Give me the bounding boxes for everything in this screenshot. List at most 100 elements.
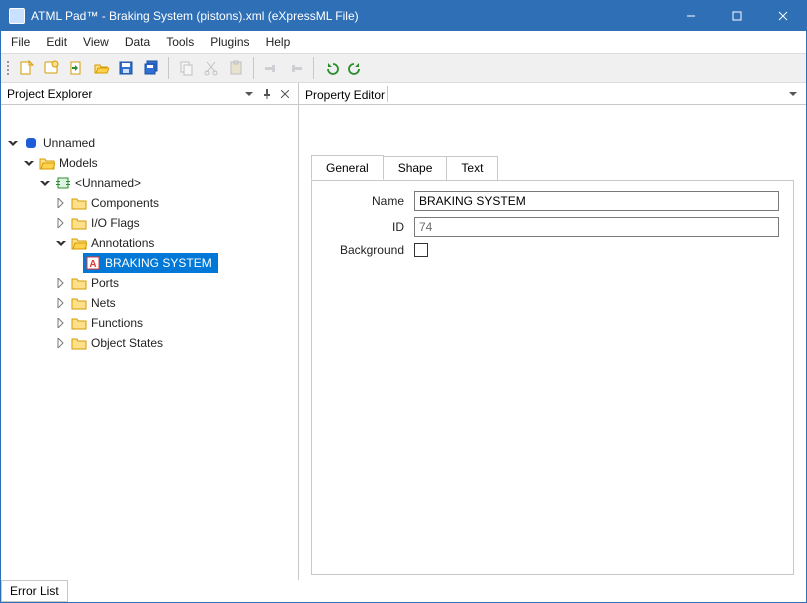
tree-label: Object States <box>91 336 163 350</box>
new-button[interactable] <box>14 56 38 80</box>
new-folder-button[interactable] <box>39 56 63 80</box>
tab-text[interactable]: Text <box>446 156 498 181</box>
paste-button[interactable] <box>224 56 248 80</box>
menu-tools[interactable]: Tools <box>158 33 202 51</box>
toolbar-separator <box>168 57 169 79</box>
tree-row-nets[interactable]: Nets <box>7 293 294 313</box>
tree-row-models[interactable]: Models <box>7 153 294 173</box>
background-label: Background <box>326 243 404 257</box>
folder-icon <box>71 315 87 331</box>
save-button[interactable] <box>114 56 138 80</box>
tree-label: <Unnamed> <box>75 176 141 190</box>
error-list-tab[interactable]: Error List <box>1 580 68 602</box>
save-all-button[interactable] <box>139 56 163 80</box>
tree-label: Functions <box>91 316 143 330</box>
folder-icon <box>71 195 87 211</box>
project-explorer-header: Project Explorer <box>1 83 298 105</box>
import-button[interactable] <box>64 56 88 80</box>
tree-label: Components <box>91 196 159 210</box>
expand-icon[interactable] <box>55 197 67 209</box>
tab-shape[interactable]: Shape <box>383 156 448 181</box>
expand-icon[interactable] <box>55 277 67 289</box>
tree-row-braking-system[interactable]: A BRAKING SYSTEM <box>7 253 294 273</box>
window-title: ATML Pad™ - Braking System (pistons).xml… <box>31 9 668 23</box>
expand-icon[interactable] <box>55 337 67 349</box>
folder-icon <box>71 215 87 231</box>
menu-data[interactable]: Data <box>117 33 158 51</box>
copy-button[interactable] <box>174 56 198 80</box>
workspace: Project Explorer Unnamed Models <box>1 83 806 580</box>
expand-icon[interactable] <box>55 297 67 309</box>
tree-row-components[interactable]: Components <box>7 193 294 213</box>
annotation-icon: A <box>85 255 101 271</box>
tree-row-ports[interactable]: Ports <box>7 273 294 293</box>
tree-label: BRAKING SYSTEM <box>105 256 212 270</box>
toolbar-grip[interactable] <box>5 57 11 79</box>
project-tree[interactable]: Unnamed Models <Unnamed> Compone <box>1 105 298 580</box>
collapse-icon[interactable] <box>39 177 51 189</box>
redo-button[interactable] <box>344 56 368 80</box>
dropdown-icon[interactable] <box>786 87 800 101</box>
id-field <box>414 217 779 237</box>
toolbar-separator <box>313 57 314 79</box>
tree-label: Unnamed <box>43 136 95 150</box>
project-explorer-panel: Project Explorer Unnamed Models <box>1 83 299 580</box>
collapse-icon[interactable] <box>55 237 67 249</box>
menu-edit[interactable]: Edit <box>38 33 75 51</box>
expand-icon[interactable] <box>55 317 67 329</box>
undo-button[interactable] <box>319 56 343 80</box>
form-row-id: ID <box>326 217 779 237</box>
indent-button[interactable] <box>284 56 308 80</box>
folder-icon <box>71 295 87 311</box>
pin-icon[interactable] <box>260 87 274 101</box>
collapse-icon[interactable] <box>7 137 19 149</box>
property-form: Name ID Background <box>311 180 794 575</box>
tree-row-functions[interactable]: Functions <box>7 313 294 333</box>
close-panel-icon[interactable] <box>278 87 292 101</box>
toolbar-separator <box>253 57 254 79</box>
background-checkbox[interactable] <box>414 243 428 257</box>
property-editor-body: General Shape Text Name ID Background <box>299 105 806 580</box>
project-explorer-title: Project Explorer <box>7 87 92 101</box>
toolbar <box>1 53 806 83</box>
app-icon <box>9 8 25 24</box>
maximize-button[interactable] <box>714 1 760 31</box>
menu-file[interactable]: File <box>3 33 38 51</box>
tree-label: Models <box>59 156 98 170</box>
tree-row-object-states[interactable]: Object States <box>7 333 294 353</box>
open-button[interactable] <box>89 56 113 80</box>
tree-row-unnamed-model[interactable]: <Unnamed> <box>7 173 294 193</box>
folder-open-icon <box>39 155 55 171</box>
menu-bar: File Edit View Data Tools Plugins Help <box>1 31 806 53</box>
tree-row-ioflags[interactable]: I/O Flags <box>7 213 294 233</box>
title-bar: ATML Pad™ - Braking System (pistons).xml… <box>1 1 806 31</box>
property-tabs: General Shape Text <box>311 155 794 180</box>
collapse-icon[interactable] <box>23 157 35 169</box>
tree-label: I/O Flags <box>91 216 140 230</box>
menu-view[interactable]: View <box>75 33 117 51</box>
model-icon <box>55 175 71 191</box>
minimize-button[interactable] <box>668 1 714 31</box>
tab-general[interactable]: General <box>311 155 384 180</box>
menu-help[interactable]: Help <box>258 33 299 51</box>
id-label: ID <box>326 220 404 234</box>
folder-icon <box>71 335 87 351</box>
form-row-background: Background <box>326 243 779 257</box>
svg-text:A: A <box>89 259 96 270</box>
tree-label: Nets <box>91 296 116 310</box>
expand-icon[interactable] <box>55 217 67 229</box>
name-field[interactable] <box>414 191 779 211</box>
outdent-button[interactable] <box>259 56 283 80</box>
tree-row-annotations[interactable]: Annotations <box>7 233 294 253</box>
menu-plugins[interactable]: Plugins <box>202 33 257 51</box>
tree-label: Ports <box>91 276 119 290</box>
close-button[interactable] <box>760 1 806 31</box>
cut-button[interactable] <box>199 56 223 80</box>
project-icon <box>23 135 39 151</box>
property-editor-header: Property Editor <box>299 83 806 105</box>
tree-label: Annotations <box>91 236 154 250</box>
dropdown-icon[interactable] <box>242 87 256 101</box>
tree-row-root[interactable]: Unnamed <box>7 133 294 153</box>
name-label: Name <box>326 194 404 208</box>
property-editor-panel: Property Editor General Shape Text Name <box>299 83 806 580</box>
